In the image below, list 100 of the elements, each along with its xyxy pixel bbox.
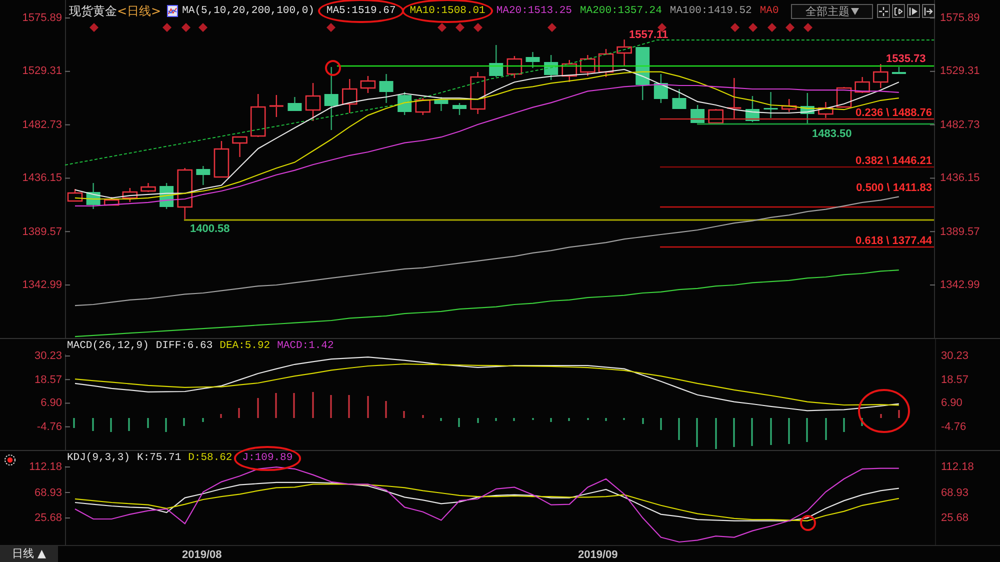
axis-label: 68.93 <box>941 486 969 500</box>
axis-label: 1575.89 <box>940 11 980 25</box>
candlestick <box>104 197 120 206</box>
candlestick <box>415 98 431 115</box>
caret-icon <box>850 8 858 14</box>
indicator-params: MA(5,10,20,200,100,0) <box>182 6 314 16</box>
axis-label: 112.18 <box>941 460 974 474</box>
candlestick <box>434 97 448 111</box>
axis-label: 18.57 <box>34 372 62 387</box>
tick-mark <box>65 124 70 126</box>
price-label: 1535.73 <box>886 53 926 65</box>
candlestick <box>745 96 760 122</box>
fib-level-label: 0.618 \ 1377.44 <box>856 235 932 247</box>
highlight-ellipse <box>858 389 910 433</box>
axis-label: 1389.57 <box>940 224 980 239</box>
indicator-value: DEA:5.92 <box>220 340 270 352</box>
indicator-value: DIFF:6.63 <box>156 340 213 352</box>
price-label: 1483.50 <box>812 128 852 140</box>
axis-label: 1342.99 <box>940 278 980 292</box>
diamond-icon <box>162 23 172 32</box>
crosshair-icon[interactable] <box>877 4 890 18</box>
chart-icon <box>167 5 178 17</box>
candlestick <box>250 94 266 137</box>
symbol-name: 现货黄金 <box>69 5 117 17</box>
candlestick <box>67 189 83 202</box>
indicator-params: KDJ(9,3,3) <box>67 453 130 464</box>
axis-label: 1575.89 <box>22 11 62 25</box>
tick-mark <box>65 379 70 380</box>
price-label: 1400.58 <box>190 223 230 235</box>
highlight-circle <box>325 60 341 76</box>
candlestick <box>232 136 248 157</box>
candlestick <box>836 87 852 108</box>
indicator-value: MA10:1508.01 <box>410 4 486 17</box>
price-label: 1557.11 <box>629 29 668 41</box>
tick-mark <box>65 231 70 232</box>
axis-label: 1342.99 <box>22 278 62 292</box>
candlestick <box>526 52 540 68</box>
axis-label: 30.23 <box>34 349 62 363</box>
candlestick <box>873 64 888 88</box>
candlestick <box>818 102 834 118</box>
axis-label: 6.90 <box>941 396 962 410</box>
tick-mark <box>65 426 70 428</box>
candlestick <box>398 92 412 115</box>
highlight-circle <box>800 515 816 531</box>
candlestick <box>177 168 193 219</box>
tick-mark <box>930 70 935 72</box>
axis-label: 68.93 <box>34 486 62 500</box>
theme-dropdown[interactable]: 全部主题 <box>791 4 873 18</box>
candlestick <box>708 109 724 124</box>
axis-label: -4.76 <box>36 420 62 434</box>
diamond-icon <box>90 23 98 32</box>
bracket-icon[interactable] <box>892 4 905 18</box>
axis-label: 1436.15 <box>22 171 62 186</box>
candlestick <box>506 56 522 78</box>
indicator-value: J:109.89 <box>242 452 293 464</box>
candlestick <box>781 99 797 112</box>
candlestick <box>214 141 230 178</box>
axis-label: 30.23 <box>941 349 969 363</box>
axis-label: 25.68 <box>941 511 969 525</box>
indicator-value: MA100:1419.52 <box>670 4 752 17</box>
indicator-value: K:75.71 <box>137 452 182 464</box>
target-icon <box>4 454 16 466</box>
arrow-right-icon[interactable] <box>922 4 935 18</box>
candlestick <box>86 183 100 209</box>
tick-mark <box>65 492 70 493</box>
indicator-value: MA200:1357.24 <box>580 4 662 17</box>
diamond-icon <box>658 23 666 32</box>
axis-label: 1436.15 <box>940 171 980 186</box>
axis-label: 25.68 <box>34 511 62 525</box>
tick-mark <box>930 124 935 126</box>
play-icon[interactable] <box>907 4 920 18</box>
tick-mark <box>930 178 935 179</box>
candlestick <box>654 74 668 103</box>
axis-label: 1389.57 <box>22 224 62 239</box>
fib-level-label: 0.500 \ 1411.83 <box>856 182 932 194</box>
tick-mark <box>65 178 70 179</box>
candlestick <box>764 92 778 118</box>
indicator-value: MA5:1519.67 <box>326 4 396 17</box>
tick-mark <box>65 284 70 286</box>
diamond-icon <box>548 23 556 32</box>
candlestick <box>305 83 321 121</box>
candlestick <box>636 47 650 100</box>
indicator-value: MA20:1513.25 <box>496 4 572 17</box>
candlestick <box>598 49 614 77</box>
axis-label: 6.90 <box>40 396 62 410</box>
date-label: 2019/08 <box>182 548 222 562</box>
candlestick <box>489 45 504 77</box>
candlestick <box>672 89 686 109</box>
fib-level-label: 0.382 \ 1446.21 <box>856 155 932 167</box>
candlestick <box>342 79 358 113</box>
axis-label: 1529.31 <box>22 64 62 78</box>
candlestick <box>269 95 284 117</box>
tick-mark <box>65 466 70 468</box>
candlestick <box>690 105 705 123</box>
period-tab[interactable]: 日线 ▲ <box>0 546 58 562</box>
candlestick <box>892 67 906 74</box>
tick-mark <box>930 231 935 232</box>
axis-label: 18.57 <box>941 372 969 387</box>
candlestick <box>379 74 394 103</box>
candlestick <box>196 166 210 185</box>
